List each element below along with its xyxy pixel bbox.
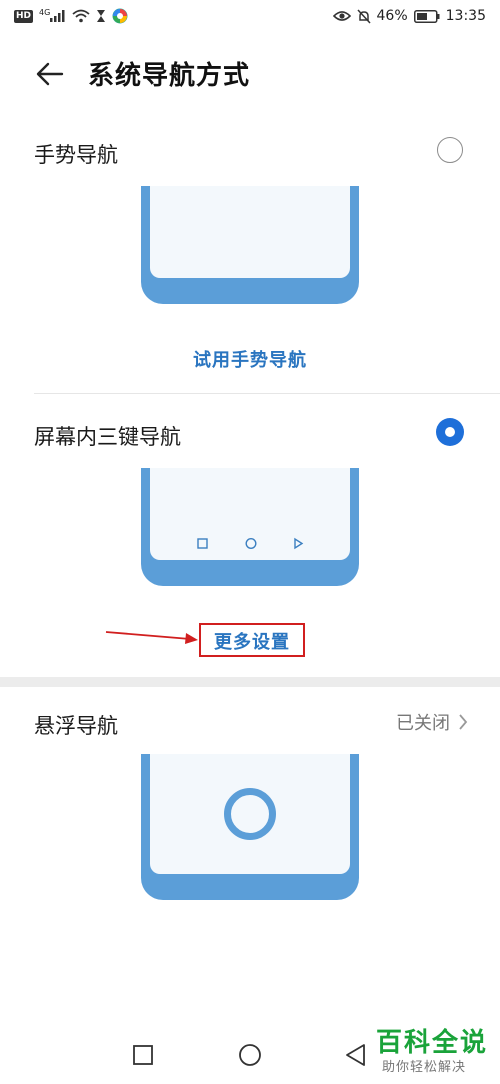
recent-apps-icon[interactable]: [132, 1044, 154, 1066]
watermark-title: 百科全说: [376, 1028, 489, 1058]
page-title: 系统导航方式: [88, 61, 251, 91]
watermark-subtitle: 助你轻松解决: [382, 1060, 467, 1075]
mini-nav-keys: [197, 537, 304, 550]
clock: 13:35: [445, 8, 486, 24]
back-triangle-icon[interactable]: [344, 1043, 366, 1067]
three-key-nav-illustration: [141, 468, 359, 586]
network-gen-label: 4G: [39, 8, 51, 17]
floating-nav-illustration: [141, 754, 359, 900]
floating-nav-status: 已关闭: [396, 713, 450, 734]
section-separator: [0, 677, 500, 687]
floating-dock-icon: [224, 788, 276, 840]
phone-screen: [150, 754, 350, 874]
mute-bell-icon: [356, 8, 371, 24]
battery-percent: 46%: [376, 8, 408, 24]
gesture-nav-radio[interactable]: [437, 137, 463, 163]
three-key-nav-radio[interactable]: [436, 418, 464, 446]
app-notification-icon: [112, 8, 128, 24]
more-settings-link[interactable]: 更多设置: [199, 628, 305, 654]
annotation-arrow-icon: [105, 631, 198, 644]
gesture-nav-label: 手势导航: [34, 143, 118, 167]
phone-screen: [150, 186, 350, 278]
chevron-right-icon: [459, 714, 468, 730]
hourglass-icon: [97, 10, 106, 22]
wifi-icon: [72, 9, 90, 23]
hd-badge: HD: [14, 9, 34, 23]
try-gesture-nav-link[interactable]: 试用手势导航: [0, 346, 500, 372]
status-bar: HD 4G 46% 13:35: [0, 0, 500, 36]
phone-screen: [150, 468, 350, 560]
gesture-nav-illustration: [141, 186, 359, 304]
floating-nav-label: 悬浮导航: [34, 714, 118, 738]
floating-nav-status-row[interactable]: 已关闭: [396, 709, 468, 735]
eye-comfort-icon: [332, 11, 351, 21]
back-arrow-icon[interactable]: [32, 56, 68, 92]
battery-icon: [413, 9, 440, 23]
cell-signal-icon: 4G: [39, 8, 66, 22]
home-icon[interactable]: [238, 1043, 262, 1067]
three-key-nav-label: 屏幕内三键导航: [34, 425, 181, 449]
divider: [34, 393, 500, 394]
status-left: HD 4G: [14, 8, 128, 24]
status-right: 46% 13:35: [332, 8, 486, 24]
